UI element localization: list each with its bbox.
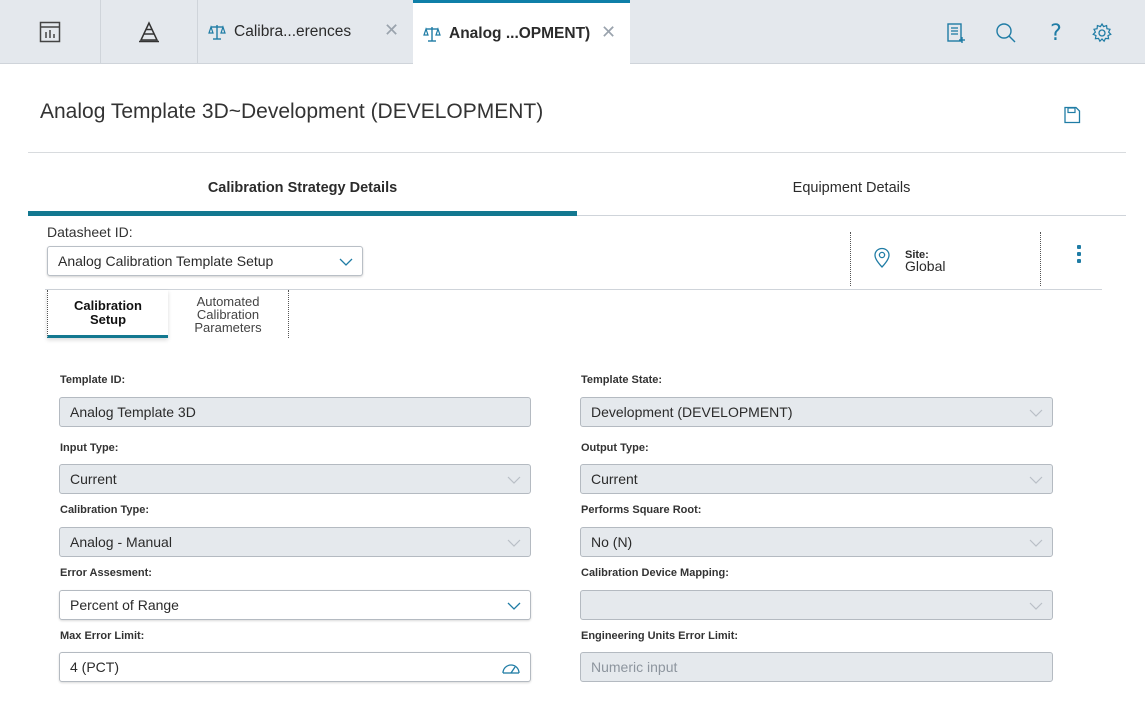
calibration-device-mapping-label: Calibration Device Mapping: <box>581 567 729 579</box>
output-type-select[interactable]: Current <box>580 464 1053 494</box>
output-type-label: Output Type: <box>581 442 649 454</box>
calibration-device-mapping-select[interactable] <box>580 590 1053 620</box>
search-icon[interactable] <box>993 20 1019 46</box>
template-state-label: Template State: <box>581 374 663 386</box>
performs-square-root-label: Performs Square Root: <box>581 504 702 516</box>
input-type-select[interactable]: Current <box>59 464 531 494</box>
tab-label: Calibration Strategy Details <box>207 180 398 196</box>
divider <box>1040 232 1041 286</box>
close-icon[interactable]: ✕ <box>384 20 399 41</box>
performs-square-root-value: No (N) <box>591 534 633 550</box>
gear-icon[interactable] <box>1089 20 1115 46</box>
tab-label: Equipment Details <box>792 180 911 196</box>
help-icon[interactable]: ? <box>1043 20 1069 46</box>
dashboard-icon <box>39 21 61 43</box>
tab-analog-template[interactable]: Analog ...OPMENT) ✕ <box>413 0 630 65</box>
chevron-down-icon <box>1029 476 1043 484</box>
chevron-down-icon <box>1029 409 1043 417</box>
input-type-value: Current <box>70 471 117 487</box>
datasheet-id-select[interactable]: Analog Calibration Template Setup <box>47 246 363 276</box>
datasheet-id-label: Datasheet ID: <box>47 224 133 240</box>
template-id-label: Template ID: <box>60 374 126 386</box>
chevron-down-icon <box>1029 539 1043 547</box>
error-assesment-select[interactable]: Percent of Range <box>59 590 531 620</box>
datasheet-id-value: Analog Calibration Template Setup <box>58 253 274 269</box>
top-tab-bar: Calibra...erences ✕ Analog ...OPMENT) ✕ … <box>0 0 1145 65</box>
error-assesment-value: Percent of Range <box>70 597 179 613</box>
tab-label: Analog ...OPMENT) <box>449 25 591 42</box>
chevron-down-icon <box>339 258 353 266</box>
scale-icon <box>208 25 226 40</box>
report-icon[interactable] <box>943 20 969 46</box>
template-state-select[interactable]: Development (DEVELOPMENT) <box>580 397 1053 427</box>
chevron-down-icon <box>1029 602 1043 610</box>
eng-units-error-limit-placeholder: Numeric input <box>591 659 678 675</box>
chevron-down-icon <box>507 602 521 610</box>
tab-calibration-strategy-details[interactable]: Calibration Strategy Details <box>28 170 577 216</box>
max-error-limit-field[interactable]: 4 (PCT) <box>59 652 531 682</box>
tab-label: Calibra...erences <box>234 23 352 40</box>
site-value: Global <box>905 258 946 274</box>
divider <box>850 232 851 286</box>
subtab-label-line: Automated <box>196 293 260 309</box>
divider <box>577 215 1126 216</box>
input-type-label: Input Type: <box>60 442 119 454</box>
scale-icon <box>423 27 441 42</box>
tab-equipment-details[interactable]: Equipment Details <box>577 170 1126 216</box>
pyramid-tab[interactable] <box>101 0 198 64</box>
location-pin-icon <box>874 247 890 268</box>
template-id-field[interactable]: Analog Template 3D <box>59 397 531 427</box>
subtab-calibration-setup[interactable]: Calibration Setup <box>47 290 168 338</box>
eng-units-error-limit-field[interactable]: Numeric input <box>580 652 1053 682</box>
error-assesment-label: Error Assesment: <box>60 567 152 579</box>
max-error-limit-label: Max Error Limit: <box>60 630 145 642</box>
dashboard-tab[interactable] <box>0 0 101 64</box>
subtab-label-line: Calibration <box>196 306 260 322</box>
subtab-label-line: Calibration <box>74 297 142 313</box>
tab-calibration-preferences[interactable]: Calibra...erences ✕ <box>198 0 413 64</box>
eng-units-error-limit-label: Engineering Units Error Limit: <box>581 630 739 642</box>
template-id-value: Analog Template 3D <box>70 404 196 420</box>
chevron-down-icon <box>507 476 521 484</box>
pyramid-icon <box>139 21 159 43</box>
subtab-automated-calibration-parameters[interactable]: Automated Calibration Parameters <box>168 290 289 338</box>
save-icon[interactable] <box>1063 106 1081 124</box>
active-tab-indicator <box>28 211 577 216</box>
calibration-type-select[interactable]: Analog - Manual <box>59 527 531 557</box>
kebab-menu-icon[interactable] <box>1076 245 1082 263</box>
output-type-value: Current <box>591 471 638 487</box>
performs-square-root-select[interactable]: No (N) <box>580 527 1053 557</box>
subtab-label-line: Setup <box>89 311 127 327</box>
calibration-type-label: Calibration Type: <box>60 504 150 516</box>
divider <box>28 152 1126 153</box>
subtab-label-line: Parameters <box>194 319 262 335</box>
page-title: Analog Template 3D~Development (DEVELOPM… <box>40 100 544 123</box>
chevron-down-icon <box>507 539 521 547</box>
max-error-limit-value: 4 (PCT) <box>70 659 119 675</box>
gauge-icon[interactable] <box>501 662 521 674</box>
template-state-value: Development (DEVELOPMENT) <box>591 404 793 420</box>
calibration-type-value: Analog - Manual <box>70 534 172 550</box>
close-icon[interactable]: ✕ <box>601 22 616 43</box>
